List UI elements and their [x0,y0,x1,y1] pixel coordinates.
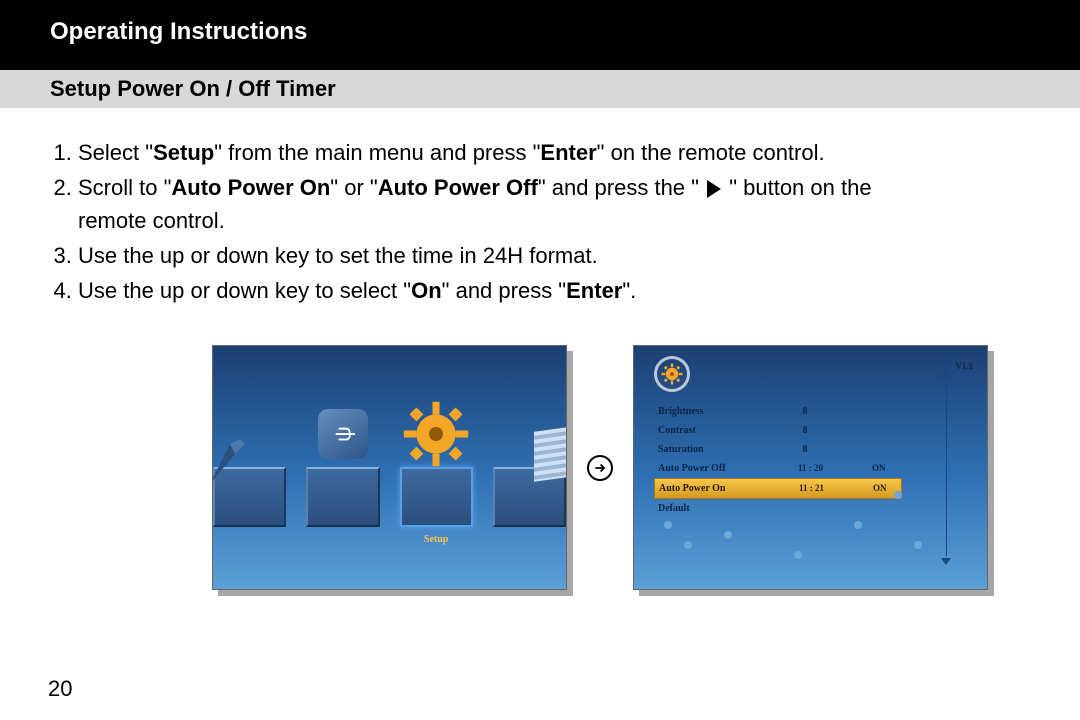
bubble-icon [724,531,732,539]
usb-icon [318,409,368,459]
gear-small-icon [654,356,690,392]
menu-row-auto-power-on-highlighted: Auto Power On11 : 21ON [654,478,902,499]
slot-label-setup: Setup [424,532,448,547]
menu-row-auto-power-off: Auto Power Off11 : 20ON [654,459,902,478]
instructions: Select "Setup" from the main menu and pr… [0,108,1080,590]
bubble-icon [794,551,802,559]
step-4: Use the up or down key to select "On" an… [78,274,1030,307]
screenshot-setup-menu: V1.1 Brightness8 Contrast8 Saturation8 A… [633,345,988,590]
page-number: 20 [48,676,72,702]
bubble-icon [854,521,862,529]
bubble-icon [664,521,672,529]
slot-setup-selected: Setup [400,467,473,527]
page-title: Operating Instructions [50,18,1030,46]
scrollbar-track [946,376,947,556]
gear-icon [401,399,471,469]
slot-usb [306,467,379,527]
version-label: V1.1 [955,360,973,374]
bubble-icon [894,491,902,499]
right-triangle-icon [707,180,721,198]
slot-left [213,467,286,527]
section-bar: Setup Power On / Off Timer [0,70,1080,108]
setup-menu-list: Brightness8 Contrast8 Saturation8 Auto P… [654,402,902,518]
calendar-icon [534,426,567,482]
screenshot-main-menu: Setup [212,345,567,590]
bubble-icon [684,541,692,549]
step-1: Select "Setup" from the main menu and pr… [78,136,1030,169]
arrow-right-icon [587,455,613,481]
pen-icon [212,429,265,489]
menu-row-default: Default [654,499,902,518]
slot-calendar [493,467,566,527]
menu-row-brightness: Brightness8 [654,402,902,421]
figures-row: Setup V1.1 Brightness8 Contrast8 Saturat… [170,345,1030,590]
scroll-down-icon [941,558,951,565]
step-3: Use the up or down key to set the time i… [78,239,1030,272]
section-title: Setup Power On / Off Timer [50,76,1030,102]
step-2: Scroll to "Auto Power On" or "Auto Power… [78,171,1030,237]
bubble-icon [914,541,922,549]
header-bar: Operating Instructions [0,0,1080,70]
menu-row-saturation: Saturation8 [654,440,902,459]
scroll-up-icon [941,370,951,377]
menu-row-contrast: Contrast8 [654,421,902,440]
